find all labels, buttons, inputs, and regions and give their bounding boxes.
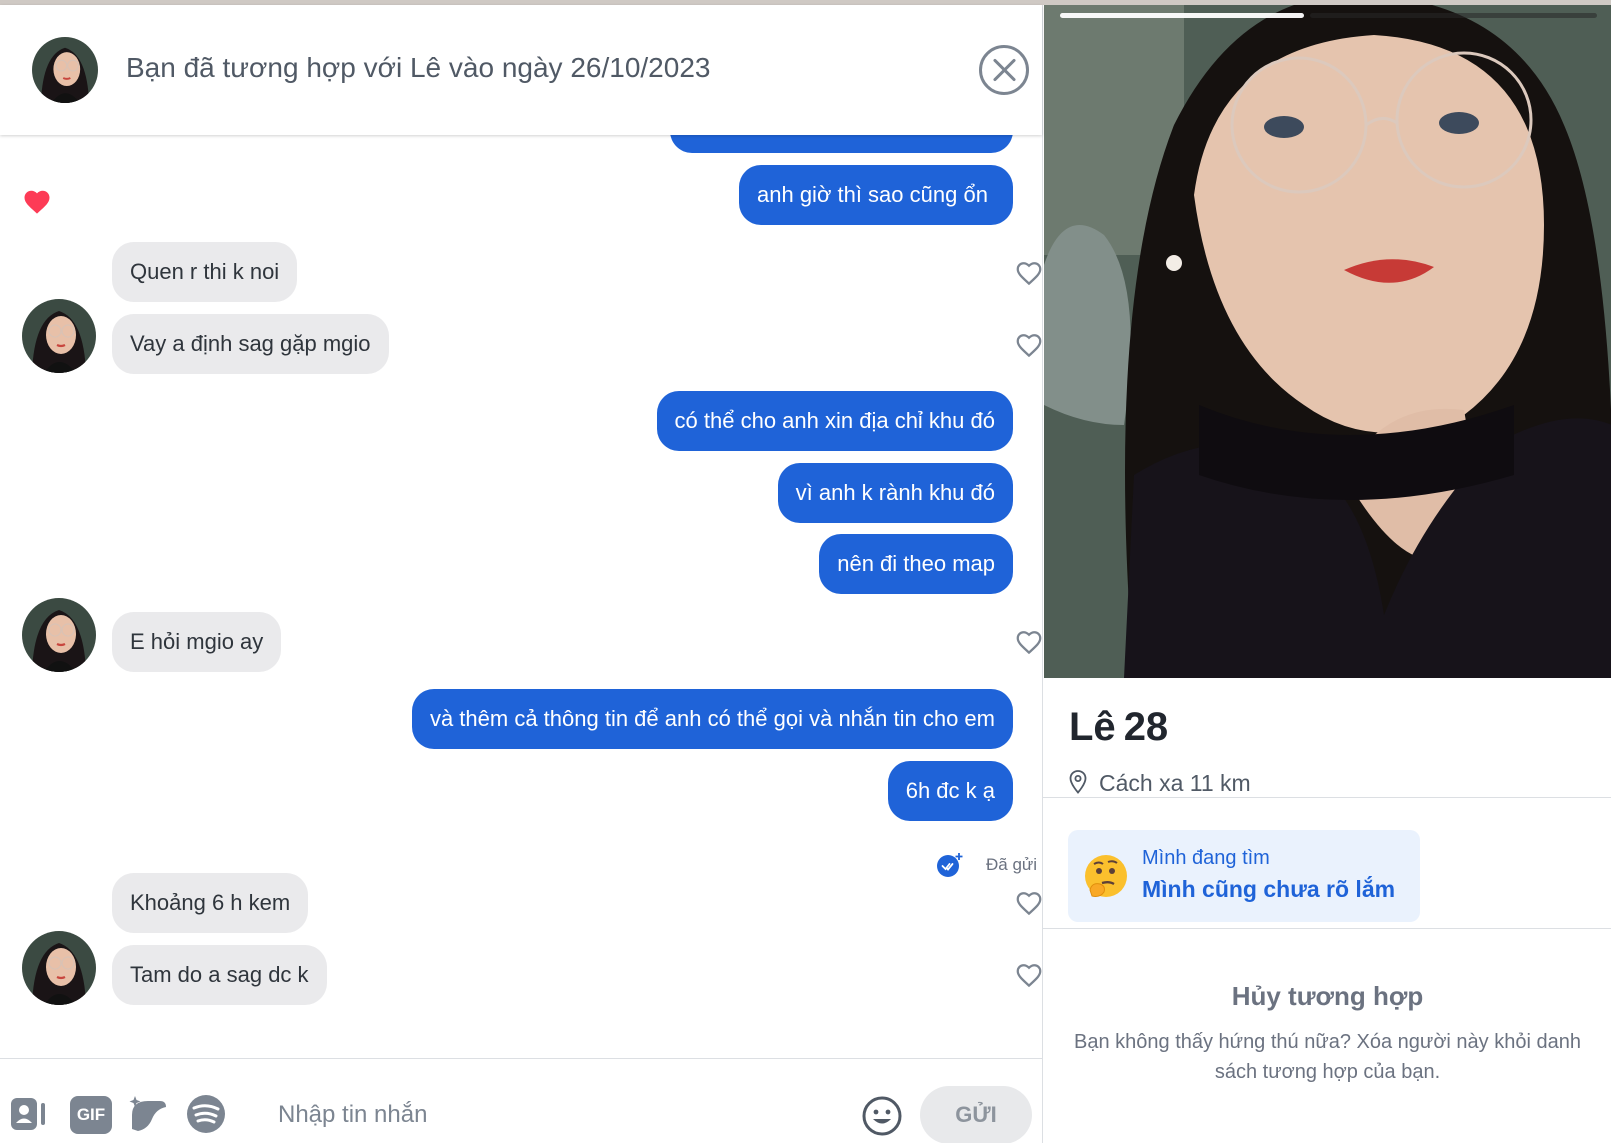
heart-icon — [24, 190, 50, 214]
message-bubble-outgoing: vì anh k rành khu đó — [777, 463, 1013, 523]
message-bubble-incoming: Tam do a sag dc k — [112, 945, 327, 1005]
message-text: Vay a định sag gặp mgio — [130, 331, 371, 356]
profile-photo[interactable] — [1044, 5, 1611, 678]
chat-pane: anh giờ thì sao cũng ổn Quen r thi k noi… — [0, 5, 1042, 1143]
avatar[interactable] — [22, 598, 96, 672]
avatar[interactable] — [22, 299, 96, 373]
profile-pane: Lê 28 Cách xa 11 km Mình đang tìm Mình cũ… — [1042, 5, 1611, 1143]
spotify-icon[interactable] — [185, 1093, 227, 1135]
contact-card-icon[interactable] — [8, 1093, 50, 1135]
message-composer: GIF GỬI — [0, 1058, 1042, 1143]
message-list[interactable]: anh giờ thì sao cũng ổn Quen r thi k noi… — [0, 5, 1042, 1063]
profile-age: 28 — [1123, 705, 1169, 749]
photo-pager-bar-2[interactable] — [1310, 13, 1597, 18]
message-text: và thêm cả thông tin để anh có thể gọi v… — [429, 706, 995, 731]
like-outline-icon[interactable] — [1013, 627, 1042, 657]
message-text: anh giờ thì sao cũng ổn — [757, 182, 988, 207]
like-outline-icon[interactable] — [1013, 888, 1042, 918]
close-icon[interactable] — [979, 45, 1029, 95]
match-date-title: Bạn đã tương hợp với Lê vào ngày 26/10/2… — [126, 52, 711, 83]
send-button[interactable]: GỬI — [920, 1086, 1032, 1143]
looking-for-label: Mình đang tìm — [1142, 847, 1270, 869]
chat-header: Bạn đã tương hợp với Lê vào ngày 26/10/2… — [0, 5, 1042, 135]
sent-status-text: Đã gửi — [986, 855, 1038, 874]
photo-pager-bar-1[interactable] — [1060, 13, 1304, 18]
message-text: có thể cho anh xin địa chỉ khu đó — [674, 408, 995, 433]
avatar[interactable] — [22, 931, 96, 1005]
distance-text: Cách xa 11 km — [1099, 770, 1251, 796]
location-pin-icon — [1069, 770, 1087, 794]
divider — [1043, 797, 1611, 798]
like-outline-icon[interactable] — [1013, 330, 1042, 360]
like-outline-icon[interactable] — [1013, 960, 1042, 990]
header-avatar[interactable] — [32, 37, 98, 103]
message-text: E hỏi mgio ay — [130, 629, 264, 654]
emoji-icon[interactable] — [861, 1095, 903, 1137]
profile-name-text: Lê — [1069, 705, 1116, 749]
sticker-icon[interactable] — [126, 1093, 168, 1135]
message-bubble-incoming: Vay a định sag gặp mgio — [112, 314, 389, 374]
divider — [1043, 928, 1611, 929]
looking-for-card: Mình đang tìm Mình cũng chưa rõ lắm — [1068, 830, 1420, 922]
message-text: 6h đc k ạ — [905, 778, 995, 803]
message-input[interactable] — [278, 1089, 838, 1141]
thinking-face-icon — [1085, 855, 1127, 897]
message-text: Quen r thi k noi — [130, 259, 280, 284]
gif-button[interactable]: GIF — [70, 1096, 112, 1134]
profile-name: Lê 28 — [1069, 705, 1168, 750]
profile-photo-image — [1044, 5, 1611, 678]
message-bubble-outgoing: có thể cho anh xin địa chỉ khu đó — [656, 391, 1013, 451]
photo-pager — [1060, 13, 1597, 18]
message-bubble-outgoing: anh giờ thì sao cũng ổn — [739, 165, 1013, 225]
message-bubble-outgoing: nên đi theo map — [819, 534, 1013, 594]
message-bubble-incoming: Quen r thi k noi — [112, 242, 298, 302]
looking-for-value: Mình cũng chưa rõ lắm — [1142, 876, 1396, 902]
message-bubble-outgoing: 6h đc k ạ — [887, 761, 1013, 821]
message-bubble-incoming: E hỏi mgio ay — [112, 612, 282, 672]
unmatch-button[interactable]: Hủy tương hợp — [1043, 981, 1611, 1012]
message-text: Tam do a sag dc k — [130, 962, 309, 987]
message-text: vì anh k rành khu đó — [795, 480, 995, 505]
message-text: Khoảng 6 h kem — [130, 890, 291, 915]
unmatch-description: Bạn không thấy hứng thú nữa? Xóa người n… — [1074, 1031, 1581, 1083]
like-outline-icon[interactable] — [1013, 258, 1042, 288]
message-text: nên đi theo map — [837, 551, 995, 576]
message-bubble-outgoing: và thêm cả thông tin để anh có thể gọi v… — [411, 689, 1013, 749]
message-bubble-incoming: Khoảng 6 h kem — [112, 873, 309, 933]
check-sent-icon — [937, 853, 963, 877]
